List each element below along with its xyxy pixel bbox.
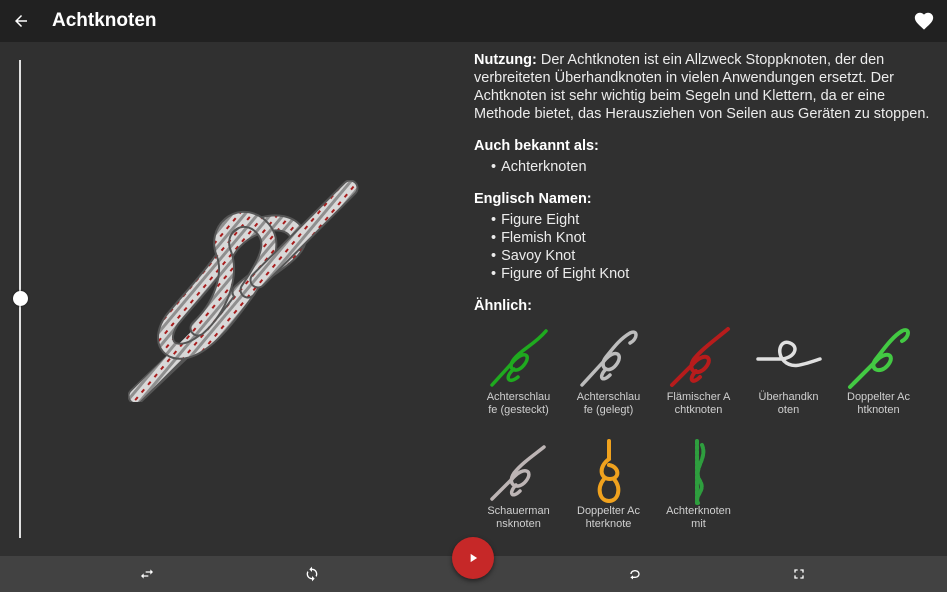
similar-knot-item[interactable]: Achterschlaufe (gelegt)	[564, 325, 653, 439]
similar-knot-label: Doppelter Achterknote	[577, 505, 640, 530]
sync-icon	[306, 566, 318, 582]
knot-thumbnail	[579, 330, 638, 387]
similar-knots-grid: Achterschlaufe (gesteckt) Achterschlaufe…	[474, 325, 934, 553]
knot-thumbnail	[489, 445, 546, 501]
similar-knot-item[interactable]: Achterknoten mit	[654, 439, 743, 553]
usage-label: Nutzung:	[474, 52, 537, 68]
similar-knot-label: Achterschlaufe (gelegt)	[576, 391, 641, 416]
english-name-item: Figure Eight	[491, 211, 934, 229]
similar-knot-item[interactable]: Flämischer Achtknoten	[654, 325, 743, 439]
aka-item: Achterknoten	[491, 158, 934, 176]
rotate-button[interactable]	[292, 556, 332, 592]
english-name-item: Savoy Knot	[491, 247, 934, 265]
knot-thumbnail	[489, 329, 548, 387]
figure-eight-knot-illustration	[128, 180, 359, 402]
similar-knot-item[interactable]: Überhandknoten	[744, 325, 833, 439]
swap-horiz-icon	[141, 569, 153, 579]
swap-direction-button[interactable]	[127, 556, 167, 592]
aka-heading: Auch bekannt als:	[474, 138, 599, 154]
english-name-item: Flemish Knot	[491, 229, 934, 247]
slider-thumb[interactable]	[13, 291, 28, 306]
similar-knot-item[interactable]: Doppelter Achtknoten	[834, 325, 923, 439]
play-icon	[470, 553, 478, 563]
english-names-heading: Englisch Namen:	[474, 191, 592, 207]
play-button[interactable]	[452, 537, 494, 579]
similar-knot-item[interactable]: Achterschlaufe (gesteckt)	[474, 325, 563, 439]
heart-icon	[914, 12, 934, 30]
english-names-list: Figure Eight Flemish Knot Savoy Knot Fig…	[474, 211, 934, 283]
fullscreen-button[interactable]	[779, 556, 819, 592]
arrow-back-icon	[15, 15, 27, 27]
knot-thumbnail	[847, 328, 910, 389]
usage-text: Der Achtknoten ist ein Allzweck Stoppkno…	[474, 52, 930, 122]
fullscreen-icon	[794, 569, 804, 579]
similar-knot-label: Flämischer Achtknoten	[666, 391, 731, 416]
knot-thumbnail	[669, 327, 730, 387]
knot-info-panel: Nutzung: Der Achtknoten ist ein Allzweck…	[474, 51, 934, 556]
knot-thumbnail	[755, 340, 822, 368]
similar-knot-label: Achterschlaufe (gesteckt)	[486, 391, 551, 416]
similar-knot-item[interactable]: Schauermannsknoten	[474, 439, 563, 553]
loop-icon	[630, 570, 640, 580]
knot-thumbnail	[597, 439, 620, 504]
similar-knot-label: Schauermannsknoten	[487, 505, 550, 530]
similar-heading: Ähnlich:	[474, 298, 532, 314]
similar-knot-label: Doppelter Achtknoten	[847, 391, 910, 416]
similar-knot-label: Überhandknoten	[758, 391, 819, 416]
similar-knot-item[interactable]: Doppelter Achterknote	[564, 439, 653, 553]
knot-animation-stage	[0, 42, 462, 556]
page-title: Achtknoten	[52, 10, 157, 31]
aka-list: Achterknoten	[474, 158, 934, 176]
similar-knot-label: Achterknoten mit	[666, 505, 731, 530]
back-button[interactable]	[0, 0, 42, 42]
knot-thumbnail	[694, 439, 705, 505]
loop-button[interactable]	[615, 556, 655, 592]
english-name-item: Figure of Eight Knot	[491, 265, 934, 283]
favorite-button[interactable]	[904, 0, 944, 42]
app-bar: Achtknoten	[0, 0, 947, 42]
usage-paragraph: Nutzung: Der Achtknoten ist ein Allzweck…	[474, 51, 934, 123]
